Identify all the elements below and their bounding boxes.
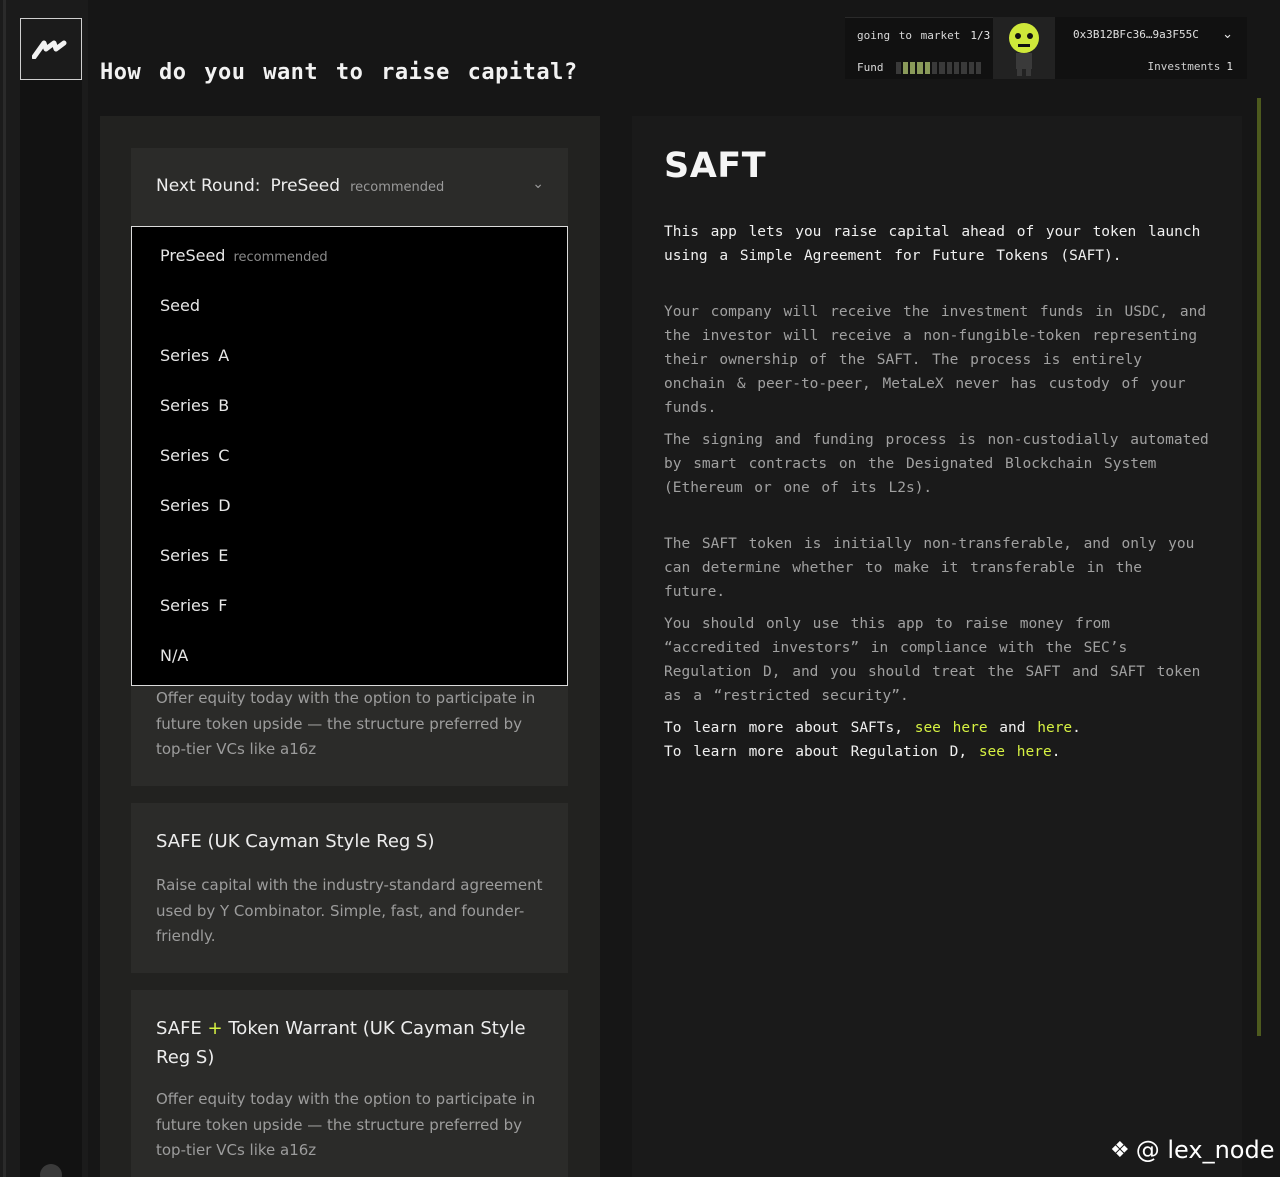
avatar[interactable]: [993, 17, 1055, 79]
fund-row: Fund: [857, 61, 982, 74]
regd-link-1[interactable]: see: [979, 744, 1005, 760]
dropdown-option-series-f[interactable]: Series F: [160, 596, 228, 615]
dropdown-option-series-a[interactable]: Series A: [160, 346, 229, 365]
wallet-address: 0x3B12BFc36…9a3F55C: [1073, 28, 1199, 41]
card-description: Offer equity today with the option to pa…: [156, 689, 536, 758]
fund-progress-bar: [895, 61, 982, 74]
logo-icon: [32, 40, 67, 59]
investments-indicator: Investments 1: [1148, 60, 1233, 73]
saft-link-2[interactable]: here: [1037, 720, 1072, 736]
round-tag: recommended: [350, 180, 445, 195]
dropdown-option-na[interactable]: N/A: [160, 646, 188, 665]
dropdown-option-series-e[interactable]: Series E: [160, 546, 228, 565]
card-description: Raise capital with the industry-standard…: [156, 876, 543, 945]
detail-title: SAFT: [664, 146, 767, 186]
safe-token-warrant-card[interactable]: SAFE + Token Warrant (UK Cayman Style Re…: [131, 990, 568, 1177]
page-title: How do you want to raise capital?: [100, 60, 578, 85]
rail-inner: [20, 80, 82, 1177]
detail-paragraph: Your company will receive the investment…: [664, 304, 1207, 416]
dropdown-option-preseed[interactable]: PreSeed recommended: [160, 246, 328, 265]
learn-more-safts: To learn more about SAFTs, see here and …: [664, 720, 1081, 736]
dropdown-option-seed[interactable]: Seed: [160, 296, 200, 315]
learn-and: and: [999, 720, 1026, 736]
next-round-select[interactable]: Next Round: PreSeed recommended ⌄: [131, 148, 568, 226]
dropdown-option-series-d[interactable]: Series D: [160, 496, 231, 515]
watermark: ❖ @ lex_node: [1110, 1136, 1274, 1164]
round-dropdown[interactable]: PreSeed recommended Seed Series A Series …: [131, 226, 568, 686]
round-value: PreSeed: [270, 176, 341, 196]
plus-sign: +: [207, 1018, 223, 1039]
learn-more-regd: To learn more about Regulation D, see he…: [664, 744, 1061, 760]
status-row: going to market 1/3: [857, 29, 990, 42]
option-label: PreSeed: [160, 246, 226, 265]
chevron-down-icon[interactable]: ⌄: [532, 176, 544, 192]
detail-paragraph: You should only use this app to raise mo…: [664, 616, 1201, 704]
rail-edge: [3, 0, 6, 1177]
metalex-logo[interactable]: [20, 18, 82, 80]
scrollbar[interactable]: [1257, 98, 1261, 1036]
binance-icon: ❖: [1110, 1137, 1130, 1163]
fund-label: Fund: [857, 61, 884, 74]
option-tag: recommended: [233, 250, 328, 265]
investments-label: Investments: [1147, 60, 1221, 73]
card-title: SAFE + Token Warrant (UK Cayman Style Re…: [156, 1014, 536, 1072]
chevron-down-icon[interactable]: ⌄: [1222, 27, 1233, 42]
dropdown-option-series-c[interactable]: Series C: [160, 446, 229, 465]
learn-prefix: To learn more about SAFTs,: [664, 720, 903, 736]
market-status-box: going to market 1/3 Fund: [845, 17, 993, 79]
round-label: Next Round:: [156, 176, 261, 196]
status-label: going to market: [857, 29, 961, 42]
detail-paragraph: The signing and funding process is non-c…: [664, 432, 1209, 496]
avatar-figure-icon: [1009, 23, 1039, 76]
saft-link-1[interactable]: see here: [915, 720, 988, 736]
watermark-text: @ lex_node: [1135, 1136, 1275, 1164]
round-select-label: Next Round: PreSeed recommended: [156, 176, 444, 196]
safe-card[interactable]: SAFE (UK Cayman Style Reg S) Raise capit…: [131, 803, 568, 973]
wallet-box[interactable]: 0x3B12BFc36…9a3F55C ⌄ Investments 1: [1055, 17, 1247, 79]
detail-paragraph: The SAFT token is initially non-transfer…: [664, 536, 1195, 600]
status-count: 1/3: [970, 29, 991, 42]
dropdown-option-series-b[interactable]: Series B: [160, 396, 229, 415]
card-title-part-a: SAFE: [156, 1018, 202, 1039]
card-title: SAFE (UK Cayman Style Reg S): [156, 831, 435, 852]
learn-prefix: To learn more about Regulation D,: [664, 744, 968, 760]
detail-paragraph: This app lets you raise capital ahead of…: [664, 224, 1201, 264]
regd-link-2[interactable]: here: [1017, 744, 1052, 760]
card-description: Offer equity today with the option to pa…: [156, 1090, 536, 1159]
investments-count: 1: [1226, 60, 1233, 73]
